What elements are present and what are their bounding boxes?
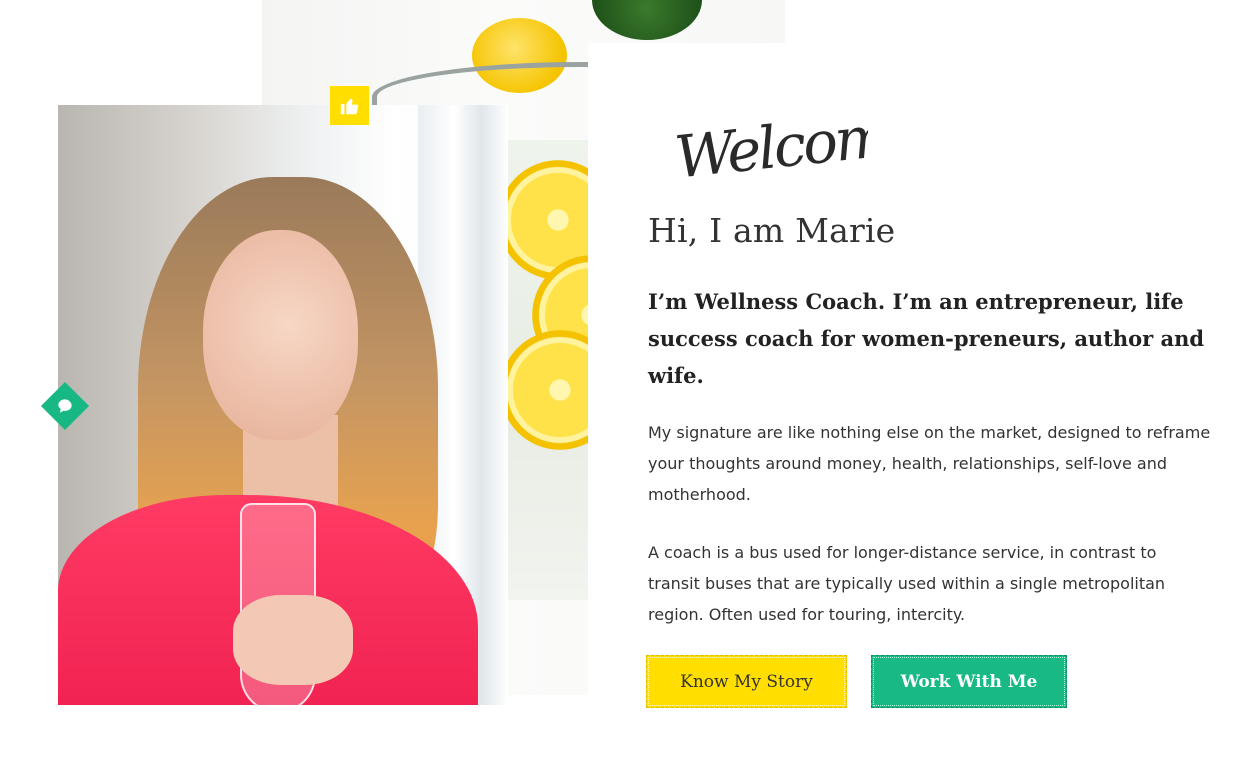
work-with-me-button[interactable]: Work With Me	[871, 655, 1067, 708]
intro-card: Welcome Hi, I am Marie I’m Wellness Coac…	[588, 43, 1258, 760]
chat-bubble-icon	[58, 399, 72, 413]
thumbs-up-badge	[330, 86, 369, 125]
hand	[233, 595, 353, 685]
subtitle: I’m Wellness Coach. I’m an entrepreneur,…	[648, 289, 1205, 388]
herb-leaves	[592, 0, 702, 40]
welcome-script-title: Welcome	[672, 98, 868, 191]
coach-portrait-image	[58, 105, 508, 705]
page-title: Hi, I am Marie	[648, 211, 896, 250]
intro-paragraph: My signature are like nothing else on th…	[648, 423, 1211, 504]
know-my-story-button[interactable]: Know My Story	[646, 655, 847, 708]
description-paragraph: A coach is a bus used for longer-distanc…	[648, 543, 1166, 624]
thumbs-up-icon	[340, 98, 358, 114]
face	[203, 230, 358, 440]
svg-text:Welcome: Welcome	[672, 98, 868, 191]
